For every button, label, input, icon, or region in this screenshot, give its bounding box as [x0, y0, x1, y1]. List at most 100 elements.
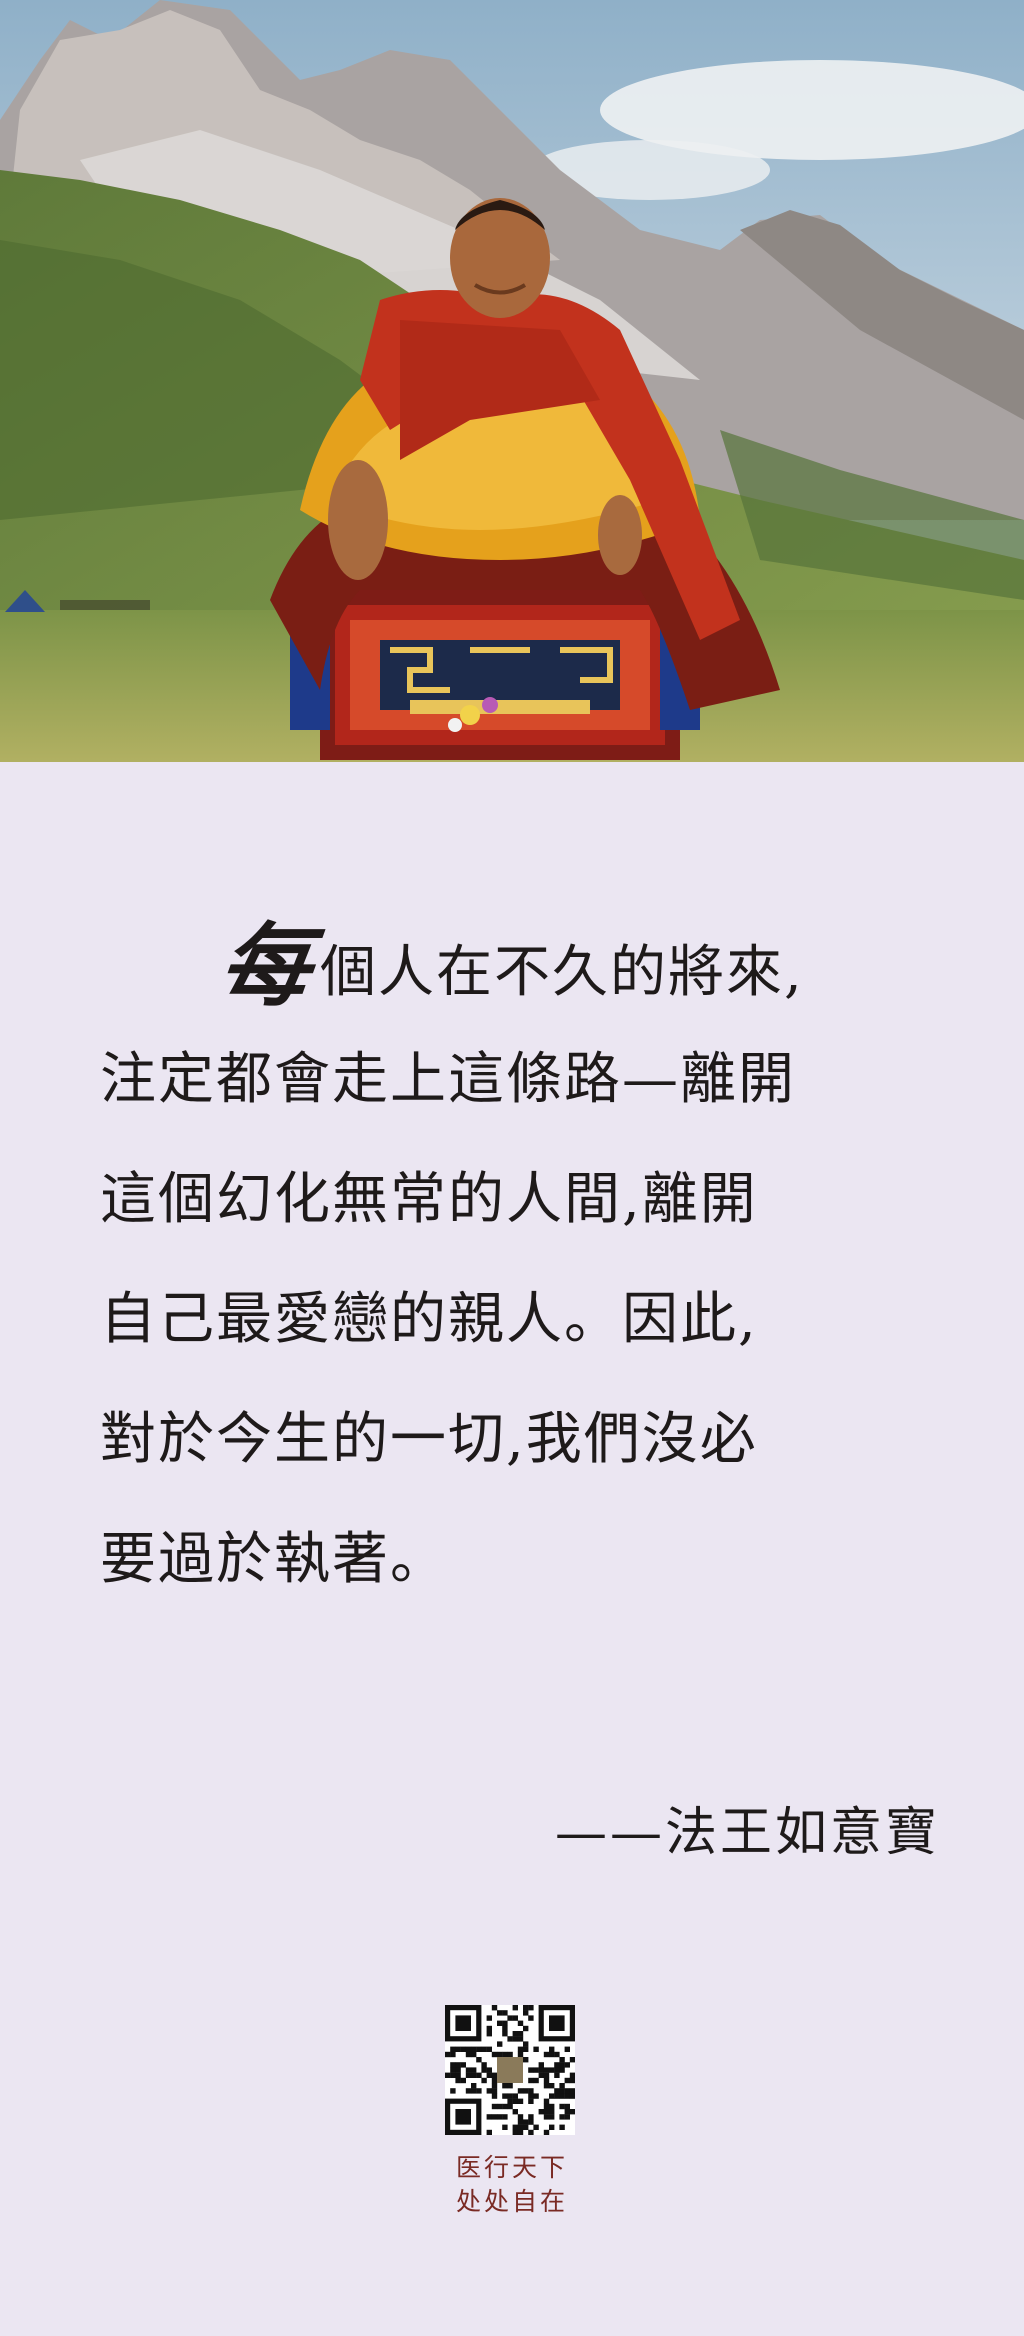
qr-module	[491, 2114, 498, 2120]
qr-module	[486, 2088, 492, 2094]
qr-module	[517, 2046, 524, 2052]
qr-module	[543, 2103, 550, 2110]
qr-finder	[455, 2109, 471, 2125]
qr-module	[471, 2088, 477, 2094]
qr-module	[528, 2067, 534, 2073]
qr-module	[481, 2077, 487, 2084]
qr-module	[491, 2103, 498, 2110]
qr-module	[465, 2046, 472, 2052]
qr-module	[502, 2051, 508, 2058]
qr-module	[538, 2109, 544, 2115]
qr-module	[533, 2093, 539, 2099]
qr-module	[497, 2103, 503, 2110]
qr-module	[502, 2093, 508, 2099]
header-photo	[0, 0, 1024, 762]
qr-module	[486, 2046, 492, 2052]
qr-module	[517, 2088, 524, 2094]
qr-finder	[549, 2015, 565, 2031]
qr-module	[486, 2067, 492, 2073]
qr-module	[517, 2119, 524, 2125]
qr-module	[450, 2072, 456, 2078]
qr-module	[455, 2072, 461, 2078]
qr-module	[538, 2067, 544, 2073]
qr-module	[502, 2010, 508, 2016]
qr-module	[445, 2072, 451, 2078]
qr-code-graphic	[445, 2005, 575, 2135]
qr-module	[564, 2093, 570, 2099]
qr-module	[455, 2062, 461, 2068]
qr-module	[528, 2098, 534, 2104]
qr-module	[554, 2051, 560, 2058]
qr-module	[549, 2051, 555, 2058]
qr-module	[502, 2020, 508, 2026]
qr-module	[533, 2077, 539, 2084]
qr-module	[543, 2072, 550, 2078]
qr-module	[476, 2072, 482, 2078]
qr-module	[528, 2088, 534, 2094]
qr-module	[564, 2077, 570, 2084]
qr-module	[512, 2124, 518, 2130]
quote-line: 自己最愛戀的親人。因此,	[100, 1287, 758, 1352]
qr-module	[554, 2062, 560, 2068]
qr-module	[528, 2119, 534, 2125]
footer-slogan-line2: 处处自在	[455, 2187, 568, 2216]
qr-module	[543, 2051, 550, 2058]
qr-module	[491, 2088, 498, 2094]
qr-module	[512, 2031, 518, 2037]
qr-module	[507, 2036, 513, 2042]
qr-module	[507, 2015, 513, 2021]
qr-module	[471, 2046, 477, 2052]
qr-module	[502, 2114, 508, 2120]
qr-module	[486, 2114, 492, 2120]
qr-module	[528, 2005, 534, 2011]
qr-module	[543, 2098, 550, 2104]
qr-module	[450, 2088, 456, 2094]
qr-module	[491, 2005, 498, 2011]
quote-block: 每個人在不久的將來, 注定都會走上這條路—離開 這個幻化無常的人間,離開 自己最…	[100, 900, 950, 1620]
qr-module	[564, 2046, 570, 2052]
qr-module	[517, 2114, 524, 2120]
qr-module	[481, 2046, 487, 2052]
qr-module	[517, 2036, 524, 2042]
qr-module	[523, 2005, 529, 2011]
qr-module	[486, 2025, 492, 2032]
quote-line-text: 個人在不久的將來,	[320, 940, 804, 1005]
qr-module	[559, 2103, 565, 2110]
qr-finder	[455, 2015, 471, 2031]
qr-module	[564, 2062, 570, 2068]
qr-module	[497, 2010, 503, 2016]
qr-module	[543, 2109, 550, 2115]
qr-module	[512, 2129, 518, 2135]
drop-cap: 每	[214, 913, 318, 1019]
qr-module	[554, 2093, 560, 2099]
qr-module	[559, 2124, 565, 2130]
qr-module	[569, 2109, 575, 2115]
qr-module	[559, 2093, 565, 2099]
qr-module	[486, 2072, 492, 2078]
qr-module	[569, 2077, 575, 2084]
qr-module	[491, 2051, 498, 2058]
quote-line: 要過於執著。	[100, 1527, 448, 1592]
qr-module	[450, 2051, 456, 2058]
qr-module	[543, 2083, 550, 2089]
qr-module	[523, 2025, 529, 2032]
qr-module	[559, 2114, 565, 2120]
qr-module	[517, 2051, 524, 2058]
qr-module	[523, 2124, 529, 2130]
qr-code-icon[interactable]	[445, 2005, 575, 2135]
qr-module	[512, 2036, 518, 2042]
quote-line: 每個人在不久的將來,	[100, 900, 950, 1020]
qr-module	[507, 2083, 513, 2089]
qr-module	[471, 2083, 477, 2089]
qr-module	[569, 2057, 575, 2063]
qr-module	[481, 2062, 487, 2068]
qr-module	[523, 2046, 529, 2052]
qr-module	[512, 2093, 518, 2099]
qr-module	[523, 2010, 529, 2016]
qr-module	[465, 2051, 472, 2058]
qr-module	[538, 2072, 544, 2078]
qr-module	[523, 2088, 529, 2094]
qr-module	[554, 2088, 560, 2094]
qr-module	[450, 2067, 456, 2073]
qr-module	[554, 2072, 560, 2078]
